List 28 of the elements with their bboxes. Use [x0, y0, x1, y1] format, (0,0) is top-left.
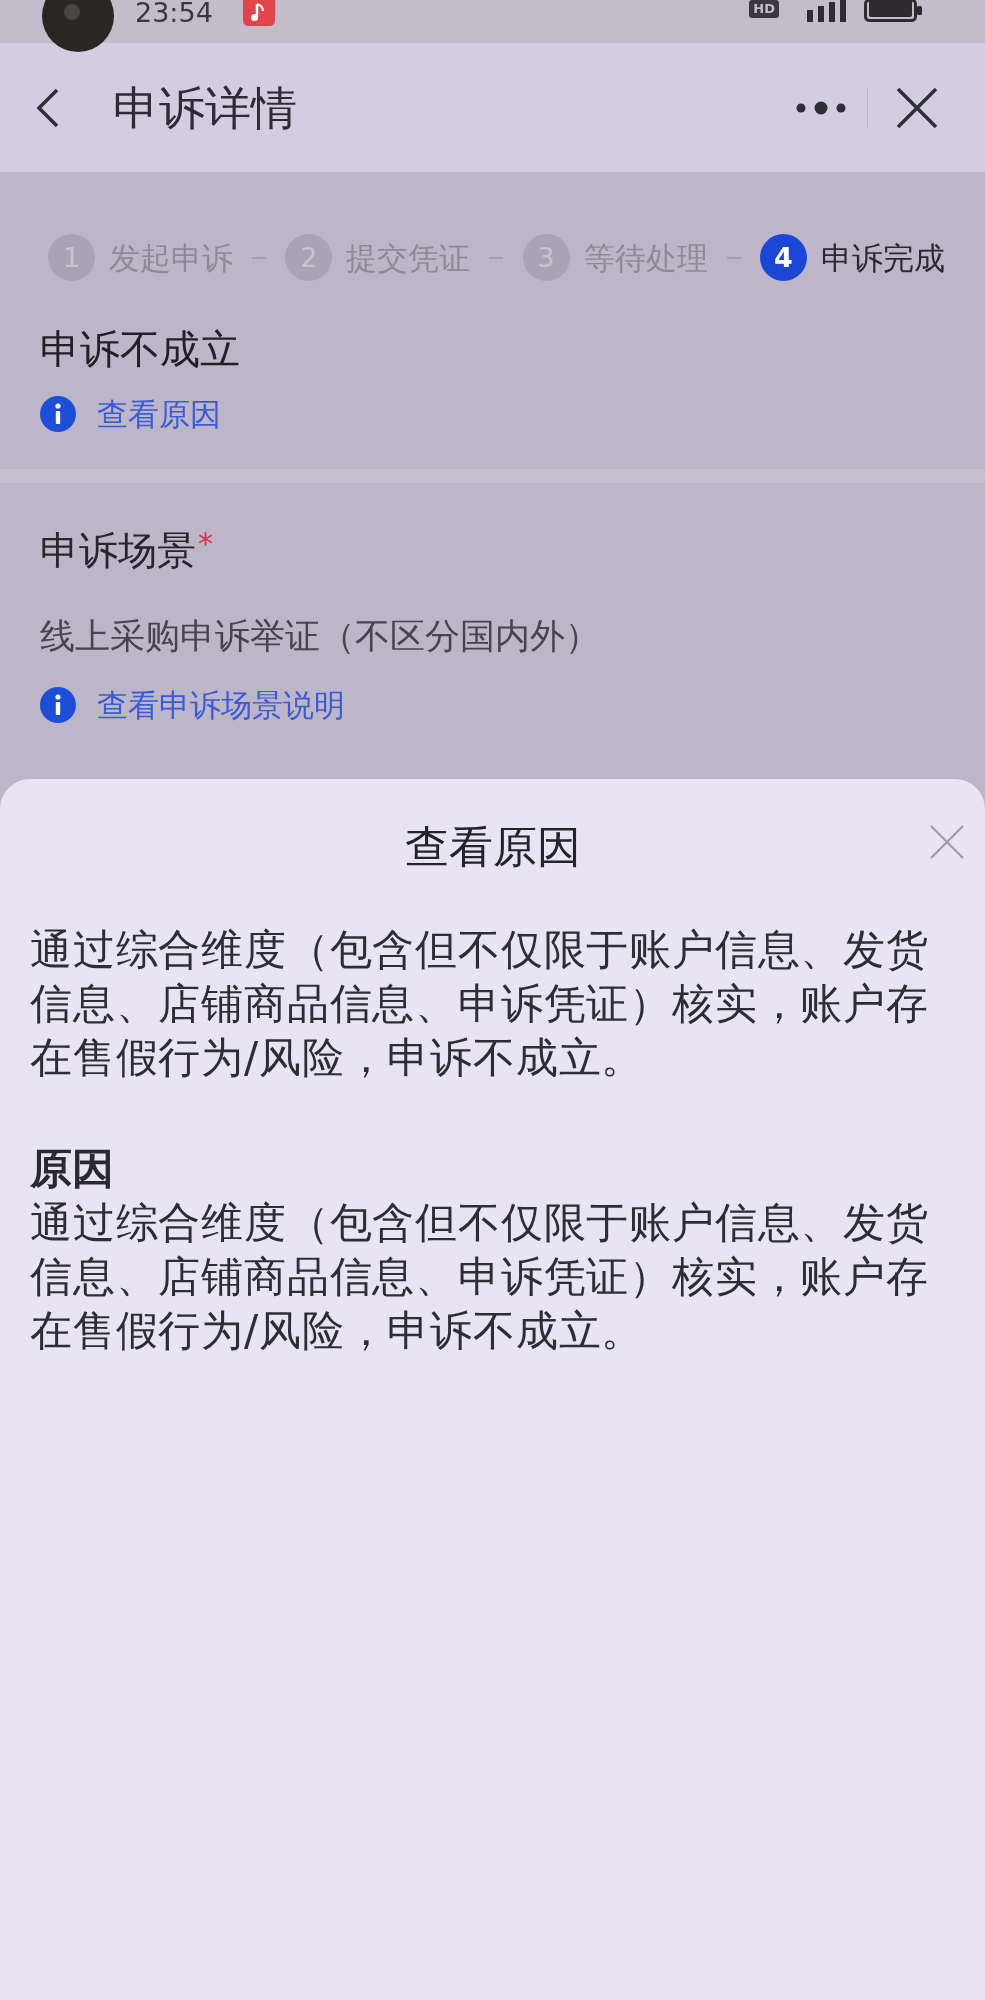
step-label: 申诉完成 — [820, 238, 945, 278]
more-button[interactable] — [796, 100, 846, 115]
network-hd-label: HD — [749, 0, 779, 18]
status-time: 23:54 — [135, 0, 213, 26]
camera-hole-icon — [42, 0, 114, 52]
step-number: 4 — [759, 234, 807, 281]
signal-icon — [807, 0, 848, 22]
close-button[interactable] — [895, 85, 939, 130]
scene-label: 申诉场景 — [40, 527, 196, 575]
result-title: 申诉不成立 — [40, 325, 241, 374]
more-icon — [796, 100, 846, 115]
scene-value: 线上采购申诉举证（不区分国内外） — [40, 615, 601, 658]
page-title: 申诉详情 — [113, 79, 297, 136]
back-icon — [35, 87, 60, 128]
required-mark: * — [198, 526, 213, 562]
sheet-title: 查看原因 — [404, 820, 581, 874]
view-reason-link[interactable]: 查看原因 — [40, 396, 221, 432]
close-icon — [895, 85, 939, 130]
close-icon — [930, 825, 964, 859]
reason-paragraph: 通过综合维度（包含但不仅限于账户信息、发货信息、店铺商品信息、申诉凭证）核实，账户存在售假行为/风险，申诉不成立。 — [30, 1197, 930, 1357]
back-button[interactable] — [35, 87, 60, 128]
info-icon — [40, 396, 76, 432]
scene-info-link[interactable]: 查看申诉场景说明 — [40, 687, 345, 723]
info-icon — [40, 687, 76, 723]
battery-icon — [864, 0, 923, 22]
reason-paragraph: 通过综合维度（包含但不仅限于账户信息、发货信息、店铺商品信息、申诉凭证）核实，账户存在售假行为/风险，申诉不成立。 — [30, 924, 930, 1084]
music-note-icon — [242, 0, 275, 26]
reason-heading: 原因 — [30, 1143, 115, 1195]
